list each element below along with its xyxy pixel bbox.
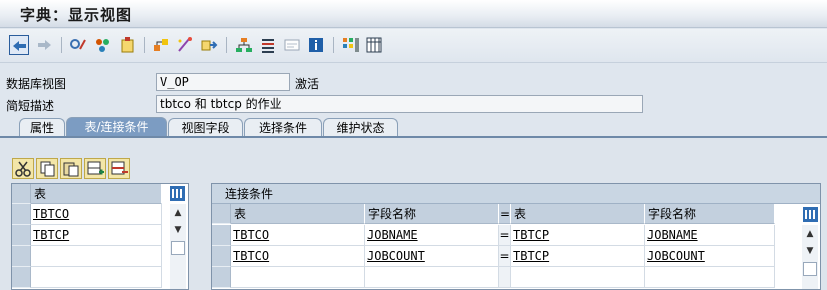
toolbar-separator	[61, 37, 62, 53]
view-name-field[interactable]: V_OP	[156, 73, 290, 91]
layout-icon[interactable]	[341, 35, 361, 55]
toolbar-separator	[144, 37, 145, 53]
tables-grid: 表 TBTCO TBTCP ▲ ▼	[11, 183, 189, 290]
other-object-icon[interactable]	[93, 35, 113, 55]
join-row-table[interactable]: TBTCO	[231, 246, 365, 267]
tab-attributes[interactable]: 属性	[19, 118, 65, 137]
table-settings-icon[interactable]	[802, 206, 819, 223]
window-title: 字典：显示视图	[20, 6, 133, 24]
column-header-field-name[interactable]: 字段名称	[365, 204, 499, 224]
view-name-label: 数据库视图	[6, 77, 67, 91]
table-settings-icon[interactable]	[364, 35, 384, 55]
select-all-cell[interactable]	[212, 204, 231, 224]
fields-list-icon[interactable]	[282, 35, 302, 55]
scroll-thumb[interactable]	[171, 241, 185, 255]
tables-column-header[interactable]: 表	[31, 184, 162, 204]
activate-icon[interactable]	[118, 35, 138, 55]
copy-icon[interactable]	[36, 158, 58, 179]
empty-cell	[499, 267, 511, 288]
row-selector[interactable]	[212, 267, 231, 288]
join-row-field[interactable]: JOBCOUNT	[365, 246, 499, 267]
table-settings-icon[interactable]	[169, 185, 186, 202]
forward-arrow-icon[interactable]	[34, 35, 54, 55]
row-selector[interactable]	[212, 225, 231, 246]
join-row-equals: =	[499, 246, 511, 267]
row-selector[interactable]	[12, 225, 31, 246]
application-toolbar	[0, 29, 827, 63]
tab-maintenance-status[interactable]: 维护状态	[323, 118, 398, 137]
back-arrow-icon[interactable]	[9, 35, 29, 55]
short-description-field[interactable]: tbtco 和 tbtcp 的作业	[156, 95, 643, 113]
delete-row-icon[interactable]	[108, 158, 130, 179]
empty-cell[interactable]	[231, 267, 365, 288]
info-icon[interactable]	[306, 35, 326, 55]
scroll-down-icon[interactable]: ▼	[802, 244, 818, 258]
display-change-icon[interactable]	[68, 35, 88, 55]
scroll-up-icon[interactable]: ▲	[170, 206, 186, 220]
row-selector[interactable]	[12, 267, 31, 288]
toolbar-separator	[226, 37, 227, 53]
tab-selection-conditions[interactable]: 选择条件	[244, 118, 322, 137]
tables-scrollbar[interactable]: ▲ ▼	[170, 204, 186, 289]
join-row-field-2[interactable]: JOBNAME	[645, 225, 775, 246]
stack-icon[interactable]	[258, 35, 278, 55]
join-row-table-2[interactable]: TBTCP	[511, 225, 645, 246]
row-selector[interactable]	[12, 246, 31, 267]
row-selector[interactable]	[212, 246, 231, 267]
column-header-equals[interactable]: =	[499, 204, 511, 224]
join-row-table-2[interactable]: TBTCP	[511, 246, 645, 267]
empty-cell[interactable]	[365, 267, 499, 288]
empty-cell[interactable]	[511, 267, 645, 288]
column-header-field-name-2[interactable]: 字段名称	[645, 204, 775, 224]
scroll-down-icon[interactable]: ▼	[170, 223, 186, 237]
scroll-thumb[interactable]	[803, 262, 817, 276]
table-row[interactable]: TBTCP	[31, 225, 162, 246]
table-row[interactable]: TBTCO	[31, 204, 162, 225]
cut-icon[interactable]	[12, 158, 34, 179]
join-conditions-title: 连接条件	[212, 184, 820, 204]
hierarchy-icon[interactable]	[234, 35, 254, 55]
row-selector[interactable]	[12, 204, 31, 225]
insert-row-icon[interactable]	[84, 158, 106, 179]
tab-tables-join-conditions[interactable]: 表/连接条件	[66, 117, 167, 137]
column-header-table-2[interactable]: 表	[511, 204, 645, 224]
scroll-up-icon[interactable]: ▲	[802, 227, 818, 241]
paste-icon[interactable]	[60, 158, 82, 179]
short-description-label: 简短描述	[6, 99, 55, 113]
toolbar-separator	[333, 37, 334, 53]
empty-cell[interactable]	[645, 267, 775, 288]
navigate-icon[interactable]	[199, 35, 219, 55]
join-row-table[interactable]: TBTCO	[231, 225, 365, 246]
title-bar: 字典：显示视图	[0, 0, 827, 28]
where-used-list-icon[interactable]	[151, 35, 171, 55]
join-row-field-2[interactable]: JOBCOUNT	[645, 246, 775, 267]
table-row[interactable]	[31, 246, 162, 267]
join-row-field[interactable]: JOBNAME	[365, 225, 499, 246]
view-status-text: 激活	[295, 77, 320, 91]
join-row-equals: =	[499, 225, 511, 246]
display-object-list-icon[interactable]	[175, 35, 195, 55]
tab-view-fields[interactable]: 视图字段	[168, 118, 243, 137]
column-header-table[interactable]: 表	[231, 204, 365, 224]
join-conditions-scrollbar[interactable]: ▲ ▼	[802, 225, 818, 289]
select-all-cell[interactable]	[12, 184, 31, 204]
join-conditions-grid: 连接条件 表 字段名称 = 表 字段名称 TBTCO JOBNAME = TBT…	[211, 183, 821, 290]
table-row[interactable]	[31, 267, 162, 288]
